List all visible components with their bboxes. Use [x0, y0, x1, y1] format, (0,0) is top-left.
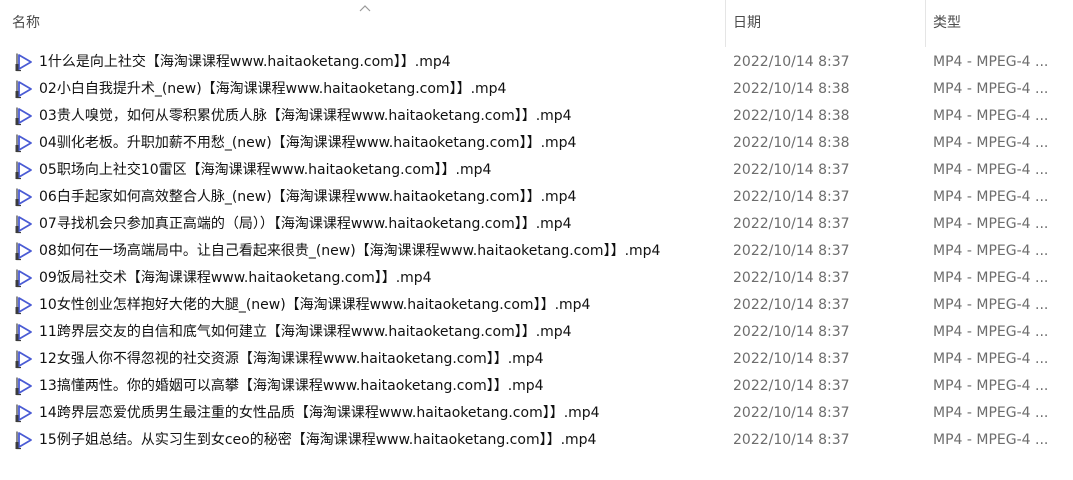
- file-row[interactable]: 1什么是向上社交【海淘课课程www.haitaoketang.com】】.mp4…: [0, 49, 1073, 76]
- video-file-icon: [14, 430, 34, 450]
- file-type: MP4 - MPEG-4 ...: [933, 135, 1049, 151]
- file-list: 1什么是向上社交【海淘课课程www.haitaoketang.com】】.mp4…: [0, 49, 1073, 454]
- file-name: 10女性创业怎样抱好大佬的大腿_(new)【海淘课课程www.haitaoket…: [39, 297, 591, 313]
- video-file-icon: [14, 322, 34, 342]
- column-divider[interactable]: [725, 0, 726, 47]
- file-type: MP4 - MPEG-4 ...: [933, 351, 1049, 367]
- file-date: 2022/10/14 8:37: [733, 189, 850, 205]
- file-name: 05职场向上社交10雷区【海淘课课程www.haitaoketang.com】】…: [39, 162, 492, 178]
- file-type: MP4 - MPEG-4 ...: [933, 108, 1049, 124]
- file-row[interactable]: 15例子姐总结。从实习生到女ceo的秘密【海淘课课程www.haitaoketa…: [0, 427, 1073, 454]
- file-row[interactable]: 03贵人嗅觉，如何从零积累优质人脉【海淘课课程www.haitaoketang.…: [0, 103, 1073, 130]
- file-type: MP4 - MPEG-4 ...: [933, 81, 1049, 97]
- file-type: MP4 - MPEG-4 ...: [933, 405, 1049, 421]
- file-row[interactable]: 12女强人你不得忽视的社交资源【海淘课课程www.haitaoketang.co…: [0, 346, 1073, 373]
- video-file-icon: [14, 403, 34, 423]
- file-type: MP4 - MPEG-4 ...: [933, 297, 1049, 313]
- file-type: MP4 - MPEG-4 ...: [933, 432, 1049, 448]
- column-header-date[interactable]: 日期: [733, 0, 913, 47]
- video-file-icon: [14, 52, 34, 72]
- column-divider[interactable]: [925, 0, 926, 47]
- file-name: 15例子姐总结。从实习生到女ceo的秘密【海淘课课程www.haitaoketa…: [39, 432, 597, 448]
- file-type: MP4 - MPEG-4 ...: [933, 216, 1049, 232]
- file-type: MP4 - MPEG-4 ...: [933, 162, 1049, 178]
- column-header-name[interactable]: 名称: [12, 0, 712, 47]
- file-date: 2022/10/14 8:38: [733, 135, 850, 151]
- video-file-icon: [14, 241, 34, 261]
- video-file-icon: [14, 160, 34, 180]
- file-date: 2022/10/14 8:37: [733, 54, 850, 70]
- file-row[interactable]: 13搞懂两性。你的婚姻可以高攀【海淘课课程www.haitaoketang.co…: [0, 373, 1073, 400]
- file-row[interactable]: 02小白自我提升术_(new)【海淘课课程www.haitaoketang.co…: [0, 76, 1073, 103]
- file-date: 2022/10/14 8:37: [733, 378, 850, 394]
- file-row[interactable]: 05职场向上社交10雷区【海淘课课程www.haitaoketang.com】】…: [0, 157, 1073, 184]
- file-date: 2022/10/14 8:37: [733, 243, 850, 259]
- file-date: 2022/10/14 8:37: [733, 162, 850, 178]
- file-row[interactable]: 14跨界层恋爱优质男生最注重的女性品质【海淘课课程www.haitaoketan…: [0, 400, 1073, 427]
- video-file-icon: [14, 349, 34, 369]
- file-type: MP4 - MPEG-4 ...: [933, 378, 1049, 394]
- file-row[interactable]: 07寻找机会只参加真正高端的（局））【海淘课课程www.haitaoketang…: [0, 211, 1073, 238]
- file-type: MP4 - MPEG-4 ...: [933, 189, 1049, 205]
- file-date: 2022/10/14 8:37: [733, 432, 850, 448]
- file-name: 12女强人你不得忽视的社交资源【海淘课课程www.haitaoketang.co…: [39, 351, 544, 367]
- file-type: MP4 - MPEG-4 ...: [933, 243, 1049, 259]
- column-header-bar: 名称 日期 类型: [0, 0, 1073, 47]
- file-type: MP4 - MPEG-4 ...: [933, 54, 1049, 70]
- file-name: 1什么是向上社交【海淘课课程www.haitaoketang.com】】.mp4: [39, 54, 451, 70]
- file-row[interactable]: 09饭局社交术【海淘课课程www.haitaoketang.com】】.mp4 2…: [0, 265, 1073, 292]
- file-name: 09饭局社交术【海淘课课程www.haitaoketang.com】】.mp4: [39, 270, 432, 286]
- file-row[interactable]: 11跨界层交友的自信和底气如何建立【海淘课课程www.haitaoketang.…: [0, 319, 1073, 346]
- file-name: 02小白自我提升术_(new)【海淘课课程www.haitaoketang.co…: [39, 81, 507, 97]
- file-date: 2022/10/14 8:38: [733, 108, 850, 124]
- file-name: 04驯化老板。升职加薪不用愁_(new)【海淘课课程www.haitaoketa…: [39, 135, 577, 151]
- file-date: 2022/10/14 8:37: [733, 405, 850, 421]
- file-name: 06白手起家如何高效整合人脉_(new)【海淘课课程www.haitaoketa…: [39, 189, 577, 205]
- file-date: 2022/10/14 8:37: [733, 324, 850, 340]
- video-file-icon: [14, 214, 34, 234]
- file-type: MP4 - MPEG-4 ...: [933, 270, 1049, 286]
- file-type: MP4 - MPEG-4 ...: [933, 324, 1049, 340]
- file-row[interactable]: 10女性创业怎样抱好大佬的大腿_(new)【海淘课课程www.haitaoket…: [0, 292, 1073, 319]
- file-date: 2022/10/14 8:37: [733, 270, 850, 286]
- video-file-icon: [14, 295, 34, 315]
- file-name: 14跨界层恋爱优质男生最注重的女性品质【海淘课课程www.haitaoketan…: [39, 405, 600, 421]
- file-date: 2022/10/14 8:37: [733, 297, 850, 313]
- file-date: 2022/10/14 8:37: [733, 351, 850, 367]
- file-row[interactable]: 08如何在一场高端局中。让自己看起来很贵_(new)【海淘课课程www.hait…: [0, 238, 1073, 265]
- file-row[interactable]: 04驯化老板。升职加薪不用愁_(new)【海淘课课程www.haitaoketa…: [0, 130, 1073, 157]
- file-row[interactable]: 06白手起家如何高效整合人脉_(new)【海淘课课程www.haitaoketa…: [0, 184, 1073, 211]
- file-name: 13搞懂两性。你的婚姻可以高攀【海淘课课程www.haitaoketang.co…: [39, 378, 544, 394]
- video-file-icon: [14, 376, 34, 396]
- video-file-icon: [14, 106, 34, 126]
- file-name: 08如何在一场高端局中。让自己看起来很贵_(new)【海淘课课程www.hait…: [39, 243, 661, 259]
- file-name: 03贵人嗅觉，如何从零积累优质人脉【海淘课课程www.haitaoketang.…: [39, 108, 572, 124]
- video-file-icon: [14, 79, 34, 99]
- video-file-icon: [14, 133, 34, 153]
- file-name: 07寻找机会只参加真正高端的（局））【海淘课课程www.haitaoketang…: [39, 216, 572, 232]
- video-file-icon: [14, 187, 34, 207]
- file-explorer-list: 名称 日期 类型 1什么是向上社交【海淘课课程www.haitaoketang.…: [0, 0, 1073, 480]
- column-header-type[interactable]: 类型: [933, 0, 1073, 47]
- file-name: 11跨界层交友的自信和底气如何建立【海淘课课程www.haitaoketang.…: [39, 324, 572, 340]
- file-date: 2022/10/14 8:37: [733, 216, 850, 232]
- video-file-icon: [14, 268, 34, 288]
- file-date: 2022/10/14 8:38: [733, 81, 850, 97]
